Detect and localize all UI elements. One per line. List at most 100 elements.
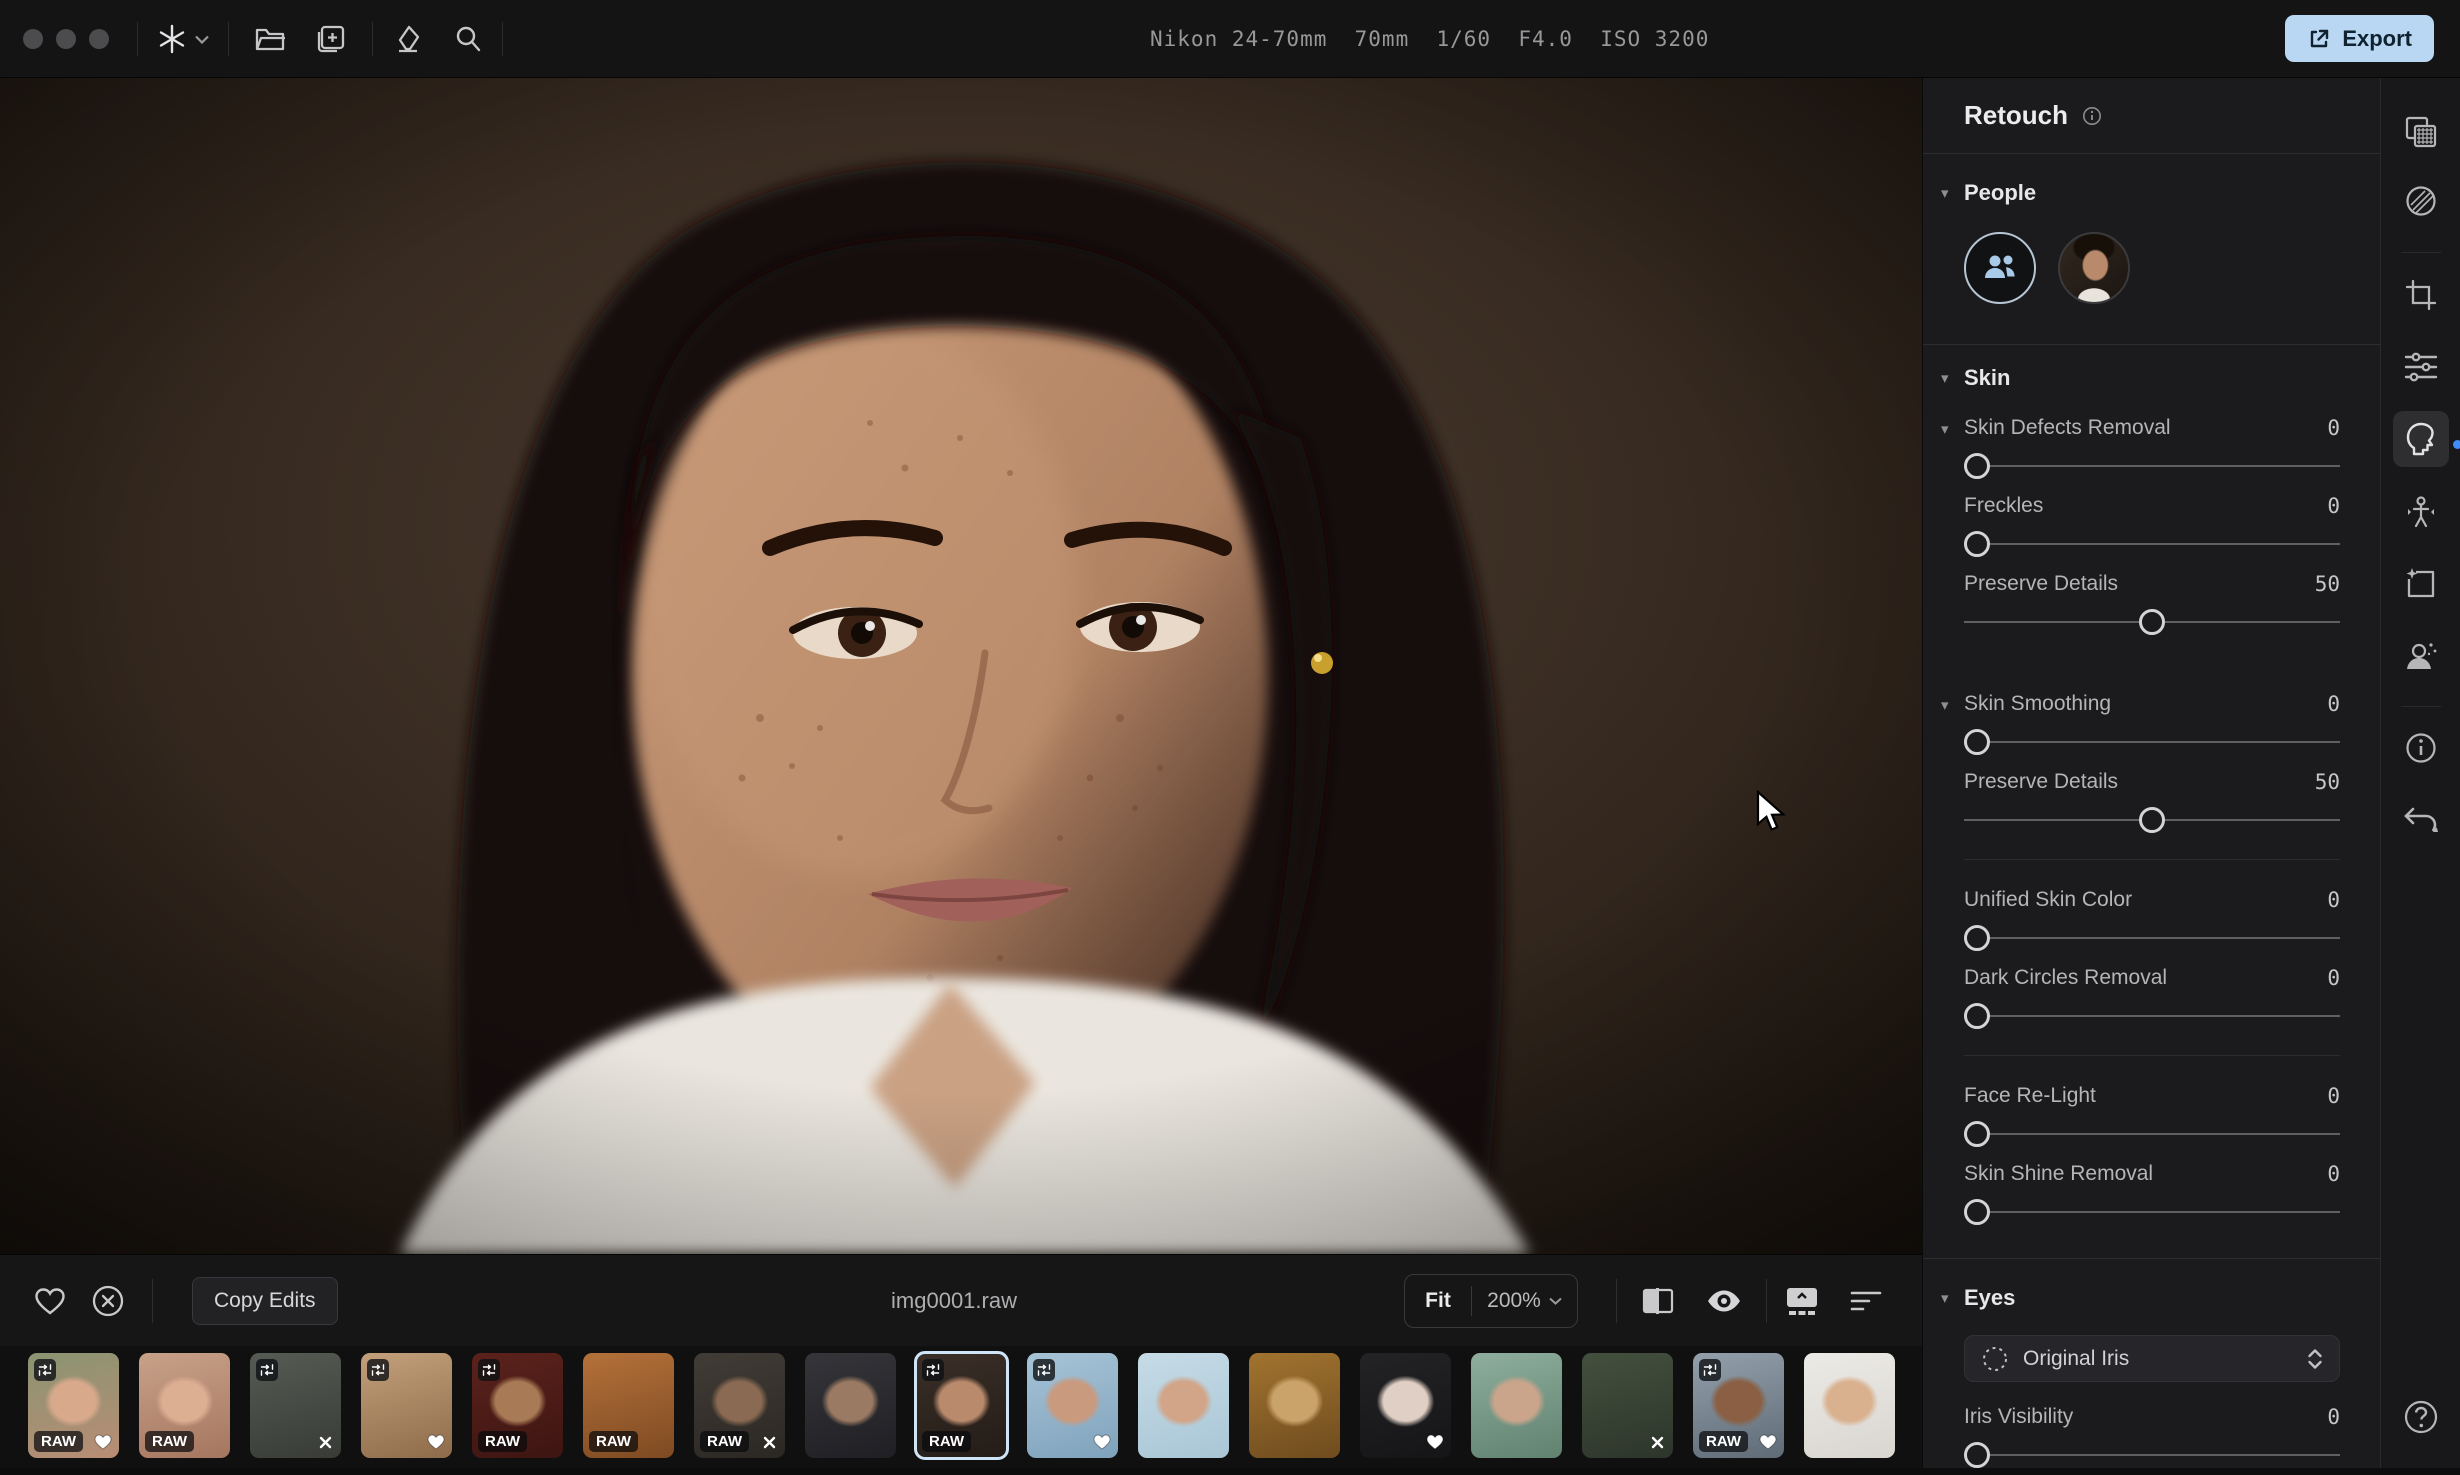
sort-menu-icon[interactable] [1846, 1281, 1886, 1321]
slider[interactable] [1964, 448, 2340, 484]
zoom-level-dropdown[interactable]: 200% [1472, 1289, 1577, 1313]
raw-badge: RAW [589, 1431, 638, 1452]
filmstrip-thumbnail[interactable] [1804, 1353, 1895, 1458]
disclosure-triangle-icon[interactable]: ▾ [1941, 696, 1949, 714]
slider-knob[interactable] [1964, 1003, 1990, 1029]
window-zoom-button[interactable] [89, 29, 109, 49]
slider-value[interactable]: 50 [2315, 572, 2340, 596]
presets-star-icon[interactable] [154, 21, 190, 57]
help-icon[interactable] [2393, 1389, 2449, 1445]
portrait-background-icon[interactable] [2393, 628, 2449, 684]
slider-knob[interactable] [1964, 1121, 1990, 1147]
window-minimize-button[interactable] [56, 29, 76, 49]
iris-style-select[interactable]: Original Iris [1964, 1335, 2340, 1382]
filmstrip-thumbnail-selected[interactable]: RAW [916, 1353, 1007, 1458]
filmstrip-thumbnail[interactable] [1027, 1353, 1118, 1458]
retouch-face-icon[interactable] [2393, 411, 2449, 467]
slider-knob[interactable] [1964, 531, 1990, 557]
info-icon[interactable] [2393, 720, 2449, 776]
slider-value[interactable]: 0 [2327, 416, 2340, 440]
slider-value[interactable]: 0 [2327, 888, 2340, 912]
people-section-header[interactable]: ▾ People [1923, 178, 2380, 208]
presets-icon[interactable] [2393, 104, 2449, 160]
enhance-icon[interactable] [2393, 556, 2449, 612]
slider[interactable] [1964, 724, 2340, 760]
filmstrip-thumbnail[interactable]: RAW [1693, 1353, 1784, 1458]
filmstrip-thumbnail[interactable] [250, 1353, 341, 1458]
skin-section-header[interactable]: ▾ Skin [1923, 363, 2380, 393]
slider-value[interactable]: 0 [2327, 966, 2340, 990]
edited-badge [34, 1359, 56, 1381]
slider-value[interactable]: 0 [2327, 692, 2340, 716]
filmstrip-thumbnail[interactable]: RAW [139, 1353, 230, 1458]
slider-knob[interactable] [2139, 807, 2165, 833]
adjustments-icon[interactable] [2393, 339, 2449, 395]
eraser-icon[interactable] [392, 21, 428, 57]
edited-badge-icon [1037, 1363, 1051, 1377]
filmstrip-thumbnail[interactable] [1138, 1353, 1229, 1458]
filmstrip-thumbnail[interactable] [1249, 1353, 1340, 1458]
favorite-heart-icon[interactable] [30, 1281, 70, 1321]
slider-knob[interactable] [1964, 1442, 1990, 1468]
slider-track [1964, 465, 2340, 467]
slider-value[interactable]: 50 [2315, 770, 2340, 794]
undo-icon[interactable] [2393, 792, 2449, 848]
slider[interactable] [1964, 920, 2340, 956]
slider-value[interactable]: 0 [2327, 1405, 2340, 1429]
filmstrip-toggle-icon[interactable] [1782, 1281, 1822, 1321]
mouse-cursor [1756, 790, 1790, 834]
slider-track [1964, 1015, 2340, 1017]
chevron-down-icon [1549, 1297, 1562, 1305]
preview-eye-icon[interactable] [1704, 1281, 1744, 1321]
window-close-button[interactable] [23, 29, 43, 49]
filmstrip-thumbnail[interactable] [361, 1353, 452, 1458]
eyes-section-header[interactable]: ▾ Eyes [1923, 1283, 2380, 1313]
slider-value[interactable]: 0 [2327, 1162, 2340, 1186]
disclosure-triangle-icon[interactable]: ▾ [1941, 420, 1949, 438]
slider-knob[interactable] [2139, 609, 2165, 635]
copy-edits-button[interactable]: Copy Edits [192, 1277, 338, 1325]
slider[interactable] [1964, 1116, 2340, 1152]
filmstrip-thumbnail[interactable] [1471, 1353, 1562, 1458]
slider-knob[interactable] [1964, 453, 1990, 479]
reject-circle-x-icon[interactable] [88, 1281, 128, 1321]
disclosure-triangle-icon: ▾ [1941, 184, 1949, 202]
info-icon[interactable] [2082, 106, 2102, 126]
export-button[interactable]: Export [2285, 15, 2434, 62]
filmstrip-thumbnail[interactable] [805, 1353, 896, 1458]
edited-badge [922, 1359, 944, 1381]
slider-value[interactable]: 0 [2327, 1084, 2340, 1108]
slider-knob[interactable] [1964, 729, 1990, 755]
slider[interactable] [1964, 1194, 2340, 1230]
camera-exif-info: Nikon 24-70mm 70mm 1/60 F4.0 ISO 3200 [1150, 0, 1709, 78]
add-photos-icon[interactable] [312, 21, 348, 57]
raw-badge: RAW [478, 1431, 527, 1452]
canvas-image[interactable] [0, 78, 1922, 1254]
filmstrip-thumbnail[interactable] [1360, 1353, 1451, 1458]
heart-badge [426, 1432, 446, 1452]
avatar-all-people[interactable] [1964, 232, 2036, 304]
edited-badge [256, 1359, 278, 1381]
slider[interactable] [1964, 526, 2340, 562]
slider-value[interactable]: 0 [2327, 494, 2340, 518]
skin-section: ▾ Skin ▾Skin Defects Removal0Freckles0Pr… [1923, 363, 2380, 1258]
slider-knob[interactable] [1964, 925, 1990, 951]
filmstrip-thumbnail[interactable]: RAW [472, 1353, 563, 1458]
slider[interactable] [1964, 802, 2340, 838]
filmstrip-thumbnail[interactable]: RAW [583, 1353, 674, 1458]
filmstrip-thumbnail[interactable]: RAW [694, 1353, 785, 1458]
before-after-split-icon[interactable] [1638, 1281, 1678, 1321]
loupe-icon[interactable] [450, 21, 486, 57]
filmstrip-thumbnail[interactable] [1582, 1353, 1673, 1458]
texture-icon[interactable] [2393, 173, 2449, 229]
chevron-down-icon[interactable] [193, 21, 211, 57]
body-icon[interactable] [2393, 484, 2449, 540]
crop-icon[interactable] [2393, 267, 2449, 323]
slider[interactable] [1964, 998, 2340, 1034]
avatar-person-1[interactable] [2058, 232, 2130, 304]
slider[interactable] [1964, 604, 2340, 640]
open-folder-icon[interactable] [252, 21, 288, 57]
fit-button[interactable]: Fit [1405, 1289, 1471, 1313]
slider-knob[interactable] [1964, 1199, 1990, 1225]
filmstrip-thumbnail[interactable]: RAW [28, 1353, 119, 1458]
